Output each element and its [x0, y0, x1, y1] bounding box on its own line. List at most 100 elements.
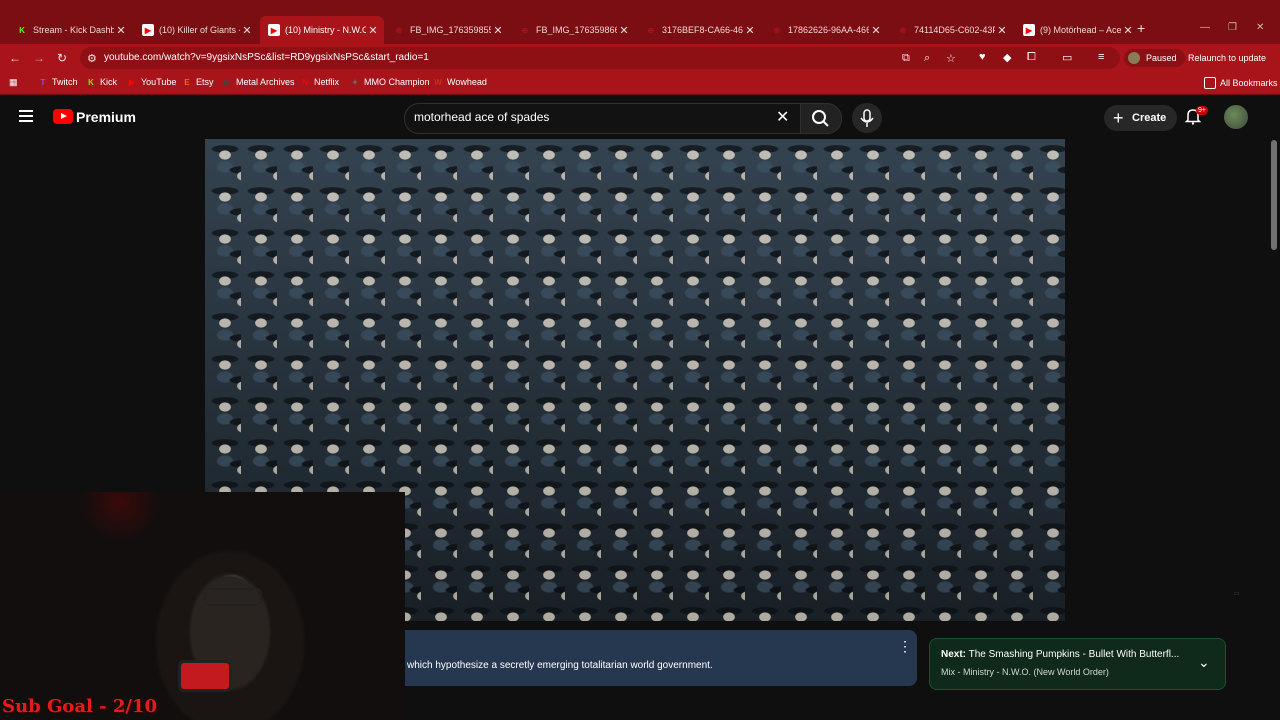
create-label: Create: [1132, 112, 1167, 124]
extensions-puzzle-icon[interactable]: ⧠: [1027, 51, 1036, 64]
tab-title: Stream - Kick Dashboa: [33, 25, 114, 35]
extension-icon[interactable]: ♥: [979, 51, 986, 63]
clear-search-icon[interactable]: ✕: [776, 107, 789, 127]
bookmark-label: Kick: [100, 77, 118, 87]
bookmark-label: Netflix: [314, 77, 340, 87]
video-watermark: ▭: [1234, 591, 1240, 597]
zoom-icon[interactable]: ⌕: [924, 52, 930, 65]
bookmark-item[interactable]: ▶ YouTube: [127, 77, 176, 87]
apps-grid-icon[interactable]: ▦: [9, 77, 18, 88]
create-button[interactable]: + Create: [1104, 105, 1178, 131]
close-tab-icon[interactable]: ✕: [617, 24, 631, 37]
tab-favicon-icon: ⊕: [521, 25, 529, 35]
close-tab-icon[interactable]: ✕: [491, 24, 505, 37]
up-next-card[interactable]: [929, 638, 1226, 690]
tab-favicon-icon: ▶: [142, 24, 154, 36]
maximize-icon[interactable]: ❐: [1228, 22, 1237, 33]
tab-favicon-icon: ⊕: [773, 25, 781, 35]
browser-tab[interactable]: K Stream - Kick Dashboa✕: [8, 16, 132, 44]
browser-tab[interactable]: ▶ (9) Motörhead – Ace ✕: [1015, 16, 1139, 44]
up-next-title-line[interactable]: Next: The Smashing Pumpkins - Bullet Wit…: [941, 649, 1179, 660]
notification-badge: 9+: [1196, 106, 1208, 115]
browser-tab[interactable]: ▶ (10) Killer of Giants - ✕: [134, 16, 258, 44]
tab-favicon-icon: ⊕: [647, 25, 655, 35]
tab-favicon-icon: K: [19, 25, 25, 35]
close-tab-icon[interactable]: ✕: [995, 24, 1009, 37]
url-text[interactable]: youtube.com/watch?v=9ygsixNsPSc&list=RD9…: [104, 52, 429, 63]
side-panel-icon[interactable]: ▭: [1062, 51, 1072, 64]
profile-status: Paused: [1146, 53, 1177, 63]
bookmark-star-icon[interactable]: ☆: [946, 52, 956, 65]
tab-search-icon[interactable]: ≡: [1098, 51, 1104, 63]
tab-favicon-icon: ⊕: [899, 25, 907, 35]
forward-icon[interactable]: →: [33, 51, 45, 65]
microphone-icon: [860, 109, 874, 127]
tab-title: 3176BEF8-CA66-4689: [662, 25, 743, 35]
next-video-playlist: Mix - Ministry - N.W.O. (New World Order…: [941, 667, 1109, 677]
webcam-overlay: [0, 492, 405, 720]
bookmark-item[interactable]: W Wowhead: [433, 77, 487, 87]
youtube-brand[interactable]: Premium: [76, 109, 136, 125]
webcam-microphone: [178, 660, 232, 692]
profile-avatar: [1128, 52, 1140, 64]
browser-tab[interactable]: ⊕ 74114D65-C602-43F ✕: [889, 16, 1013, 44]
bookmark-item[interactable]: M Metal Archives: [222, 77, 295, 87]
close-tab-icon[interactable]: ✕: [869, 24, 883, 37]
all-bookmarks[interactable]: All Bookmarks: [1204, 77, 1278, 89]
bookmark-item[interactable]: N Netflix: [300, 77, 339, 87]
all-bookmarks-label: All Bookmarks: [1220, 78, 1278, 88]
tab-title: FB_IMG_17635985515: [410, 25, 491, 35]
install-app-icon[interactable]: ⧉: [902, 52, 910, 65]
bookmark-label: Metal Archives: [236, 77, 295, 87]
bookmark-item[interactable]: K Kick: [86, 77, 117, 87]
tab-title: 74114D65-C602-43F: [914, 25, 995, 35]
tab-title: (9) Motörhead – Ace: [1040, 25, 1121, 35]
browser-tab[interactable]: ⊕ 17862626-96AA-466 ✕: [763, 16, 887, 44]
tab-favicon-icon: ▶: [268, 24, 280, 36]
bookmark-label: Twitch: [52, 77, 78, 87]
browser-tab[interactable]: ⊕ FB_IMG_17635985515✕: [385, 16, 509, 44]
browser-tab[interactable]: ⊕ 3176BEF8-CA66-4689✕: [637, 16, 761, 44]
page-scrollbar[interactable]: [1271, 140, 1277, 250]
browser-tab[interactable]: ⊕ FB_IMG_17635986676✕: [511, 16, 635, 44]
youtube-logo-icon[interactable]: [53, 109, 73, 124]
close-tab-icon[interactable]: ✕: [114, 24, 128, 37]
bookmark-favicon-icon: E: [184, 77, 190, 87]
tab-title: 17862626-96AA-466: [788, 25, 869, 35]
bookmark-item[interactable]: T Twitch: [38, 77, 78, 87]
browser-tab[interactable]: ▶ (10) Ministry - N.W.O. ✕: [260, 16, 384, 44]
extension-icon[interactable]: ◆: [1003, 51, 1011, 64]
bookmark-favicon-icon: T: [40, 77, 46, 87]
bookmark-item[interactable]: ✦ MMO Champion: [350, 77, 430, 87]
sub-goal-overlay: Sub Goal - 2/10: [2, 696, 157, 717]
more-options-icon[interactable]: ⋮: [898, 638, 912, 655]
close-tab-icon[interactable]: ✕: [743, 24, 757, 37]
minimize-icon[interactable]: —: [1200, 22, 1210, 33]
close-window-icon[interactable]: ✕: [1256, 22, 1264, 33]
account-avatar[interactable]: [1224, 105, 1248, 129]
hamburger-menu-icon[interactable]: [19, 110, 33, 122]
profile-button[interactable]: Paused: [1124, 49, 1185, 67]
bookmark-favicon-icon: ✦: [351, 77, 359, 87]
bookmark-item[interactable]: E Etsy: [182, 77, 213, 87]
bookmark-favicon-icon: ▶: [128, 77, 136, 87]
bookmark-label: YouTube: [141, 77, 177, 87]
tab-title: FB_IMG_17635986676: [536, 25, 617, 35]
close-tab-icon[interactable]: ✕: [1121, 24, 1135, 37]
tab-title: (10) Ministry - N.W.O.: [285, 25, 366, 35]
site-info-icon[interactable]: ⚙: [87, 52, 97, 65]
search-button[interactable]: [800, 103, 842, 134]
folder-icon: [1204, 77, 1216, 89]
new-tab-button[interactable]: +: [1137, 20, 1145, 36]
close-tab-icon[interactable]: ✕: [240, 24, 254, 37]
close-tab-icon[interactable]: ✕: [366, 24, 380, 37]
relaunch-button[interactable]: Relaunch to update ⋮: [1180, 49, 1280, 81]
search-query[interactable]: motorhead ace of spades: [414, 110, 549, 124]
search-icon: [812, 110, 829, 127]
chevron-down-icon[interactable]: ⌄: [1198, 654, 1210, 671]
relaunch-label: Relaunch to update: [1188, 53, 1267, 63]
bookmark-label: MMO Champion: [364, 77, 430, 87]
back-icon[interactable]: ←: [9, 51, 21, 65]
voice-search-button[interactable]: [852, 103, 882, 133]
reload-icon[interactable]: ↻: [57, 51, 67, 65]
